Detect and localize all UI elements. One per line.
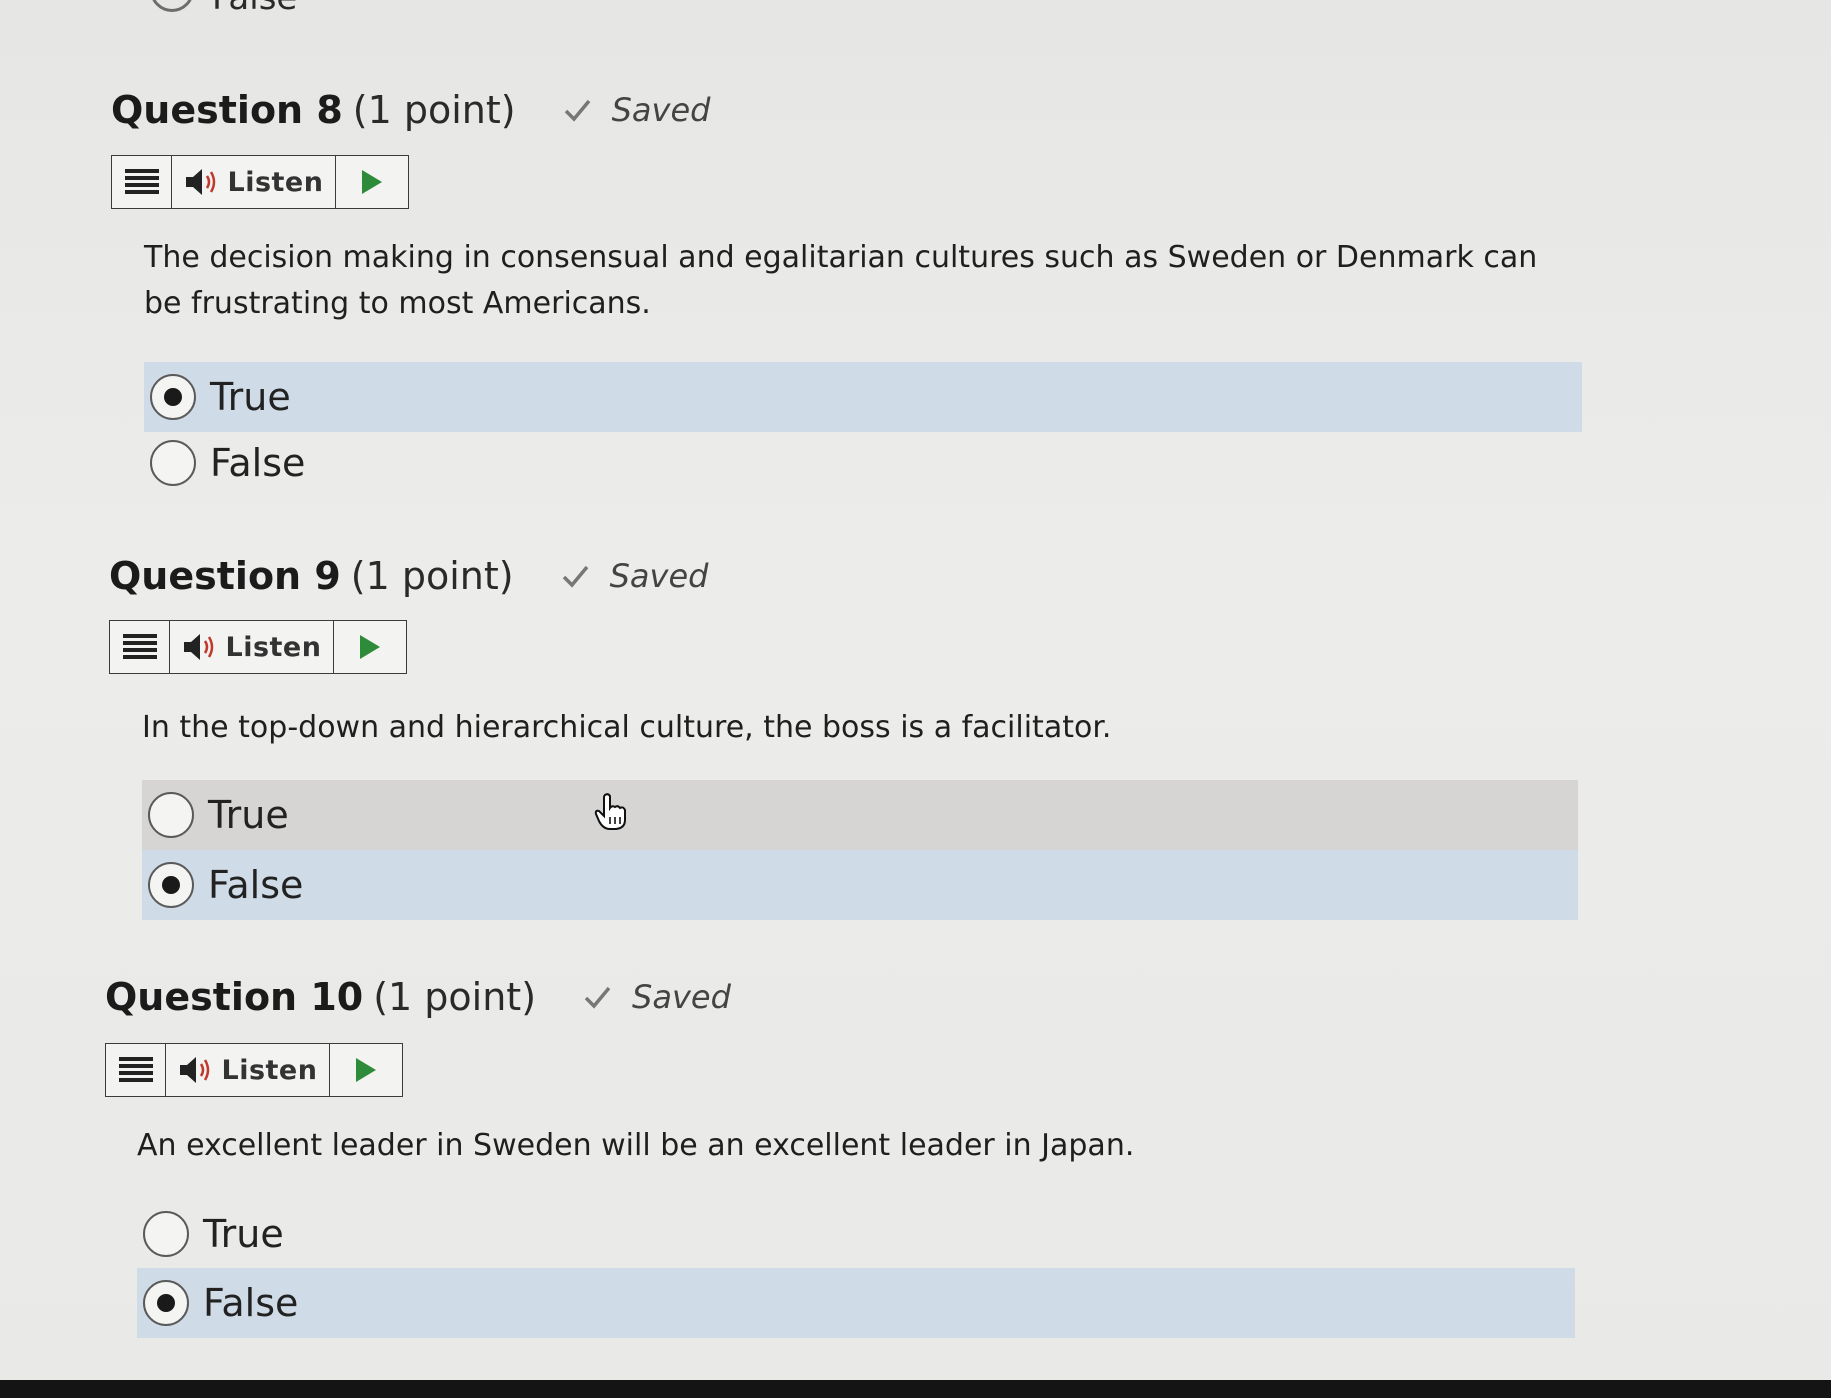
readspeaker-toolbar: Listen <box>109 620 407 674</box>
listen-label: Listen <box>227 166 324 198</box>
option-true[interactable]: True <box>137 1199 1575 1269</box>
option-label: False <box>208 863 304 907</box>
question-points: (1 point) <box>350 554 514 598</box>
menu-button[interactable] <box>110 621 170 673</box>
question-points: (1 point) <box>373 975 537 1019</box>
saved-status: Saved <box>560 557 709 595</box>
saved-label: Saved <box>609 557 709 595</box>
radio-button[interactable] <box>143 1211 189 1257</box>
radio-button[interactable] <box>150 440 196 486</box>
menu-icon <box>118 1057 153 1082</box>
question-prompt: In the top-down and hierarchical culture… <box>142 710 1112 745</box>
question-title: Question 10 <box>105 975 364 1019</box>
play-button[interactable] <box>334 621 406 673</box>
check-icon <box>562 565 588 588</box>
check-icon <box>584 986 611 1009</box>
listen-button[interactable]: Listen <box>166 1044 330 1096</box>
screen-bezel <box>0 1380 1831 1398</box>
menu-button[interactable] <box>112 156 172 208</box>
question-8-header: Question 8 (1 point) Saved <box>111 88 710 132</box>
radio-button-selected[interactable] <box>143 1280 189 1326</box>
option-true[interactable]: True <box>144 362 1582 432</box>
option-label: True <box>203 1212 284 1256</box>
speaker-icon <box>183 634 213 660</box>
menu-icon <box>122 634 157 659</box>
option-label: False <box>210 441 306 485</box>
saved-status: Saved <box>562 91 711 129</box>
option-label: False <box>203 1281 299 1325</box>
option-false[interactable]: False <box>144 428 1582 498</box>
question-9-header: Question 9 (1 point) Saved <box>109 554 708 598</box>
play-icon <box>362 170 382 194</box>
previous-false-label: False <box>212 0 297 18</box>
listen-label: Listen <box>225 631 322 663</box>
option-label: True <box>208 793 289 837</box>
listen-button[interactable]: Listen <box>170 621 334 673</box>
readspeaker-toolbar: Listen <box>105 1043 403 1097</box>
speaker-icon <box>185 169 215 195</box>
option-true[interactable]: True <box>142 780 1578 850</box>
radio-button-selected[interactable] <box>148 862 194 908</box>
check-icon <box>564 99 590 122</box>
play-button[interactable] <box>330 1044 402 1096</box>
radio-button[interactable] <box>148 792 194 838</box>
question-prompt: An excellent leader in Sweden will be an… <box>137 1128 1135 1163</box>
speaker-icon <box>179 1057 209 1083</box>
readspeaker-toolbar: Listen <box>111 155 409 209</box>
play-button[interactable] <box>336 156 408 208</box>
hand-cursor-icon <box>594 793 626 830</box>
listen-button[interactable]: Listen <box>172 156 336 208</box>
play-icon <box>356 1058 376 1082</box>
question-title: Question 8 <box>111 88 343 132</box>
question-points: (1 point) <box>352 88 516 132</box>
menu-button[interactable] <box>106 1044 166 1096</box>
question-10-header: Question 10 (1 point) Saved <box>105 975 731 1019</box>
saved-status: Saved <box>582 978 731 1016</box>
saved-label: Saved <box>632 978 731 1016</box>
question-prompt: The decision making in consensual and eg… <box>144 240 1538 321</box>
menu-icon <box>124 169 159 194</box>
previous-false-radio[interactable] <box>150 0 194 12</box>
option-false[interactable]: False <box>142 850 1578 920</box>
radio-button-selected[interactable] <box>150 374 196 420</box>
option-label: True <box>210 375 291 419</box>
saved-label: Saved <box>611 91 711 129</box>
listen-label: Listen <box>221 1054 318 1086</box>
play-icon <box>360 635 380 659</box>
option-false[interactable]: False <box>137 1268 1575 1338</box>
question-title: Question 9 <box>109 554 341 598</box>
